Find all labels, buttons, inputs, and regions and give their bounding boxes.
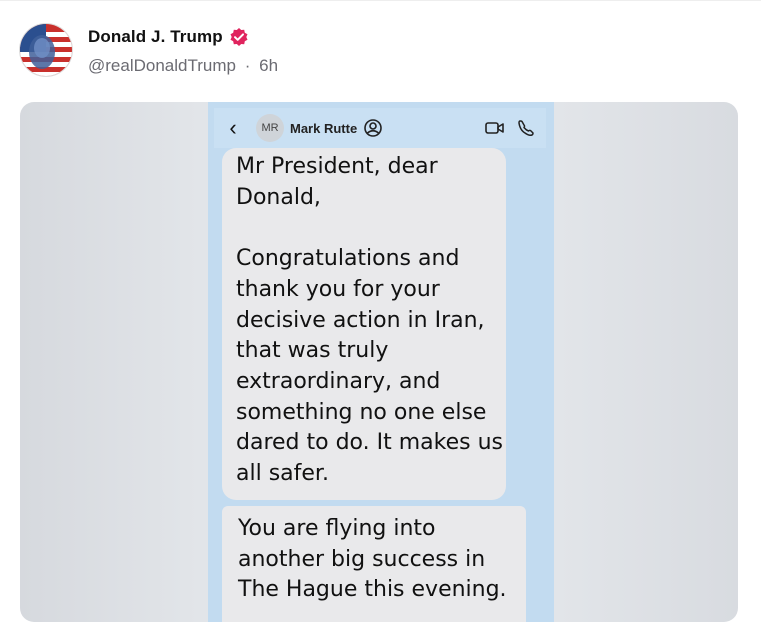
post-media[interactable]: ‹ MR Mark Rutte Mr President, dear Donal… bbox=[20, 102, 738, 622]
contact-name: Mark Rutte bbox=[290, 120, 358, 136]
author-block: Donald J. Trump @realDonaldTrump · 6h bbox=[88, 24, 278, 76]
author-name[interactable]: Donald J. Trump bbox=[88, 27, 223, 47]
message-line: Congratulations and bbox=[236, 246, 460, 272]
contact-avatar: MR bbox=[256, 114, 284, 142]
message-line: dared to do. It makes us bbox=[236, 430, 503, 456]
post-time[interactable]: 6h bbox=[259, 56, 278, 75]
avatar-image bbox=[20, 24, 72, 76]
name-row: Donald J. Trump bbox=[88, 24, 278, 50]
message-line: that was truly bbox=[236, 338, 389, 364]
post-header: Donald J. Trump @realDonaldTrump · 6h bbox=[20, 24, 278, 80]
message-bubble-2: You are flying into another big success … bbox=[222, 506, 526, 622]
message-line: Mr President, dear bbox=[236, 154, 438, 179]
author-handle[interactable]: @realDonaldTrump bbox=[88, 56, 236, 75]
message-line: something no one else bbox=[236, 399, 487, 425]
post-meta: @realDonaldTrump · 6h bbox=[88, 56, 278, 76]
verified-badge-icon bbox=[230, 28, 248, 46]
message-line: decisive action in Iran, bbox=[236, 307, 485, 333]
message-line: another big success in bbox=[238, 546, 486, 572]
message-line-blank bbox=[236, 213, 494, 244]
message-line: The Hague this evening. bbox=[238, 577, 507, 603]
message-line: Donald, bbox=[236, 184, 321, 210]
message-line: thank you for your bbox=[236, 276, 440, 302]
message-screenshot: ‹ MR Mark Rutte Mr President, dear Donal… bbox=[208, 102, 554, 622]
phone-call-icon bbox=[518, 120, 534, 136]
back-chevron-icon: ‹ bbox=[229, 115, 237, 140]
message-line: You are flying into bbox=[238, 516, 436, 541]
message-line: all safer. bbox=[236, 461, 329, 487]
message-line: extraordinary, and bbox=[236, 368, 441, 394]
message-bubble-1: Mr President, dear Donald, Congratulatio… bbox=[222, 148, 506, 500]
meta-separator: · bbox=[244, 56, 251, 75]
chat-header: ‹ MR Mark Rutte bbox=[214, 108, 546, 148]
contact-info-icon bbox=[364, 119, 382, 137]
top-divider bbox=[0, 0, 761, 1]
video-call-icon bbox=[485, 122, 504, 134]
author-avatar[interactable] bbox=[20, 24, 72, 76]
